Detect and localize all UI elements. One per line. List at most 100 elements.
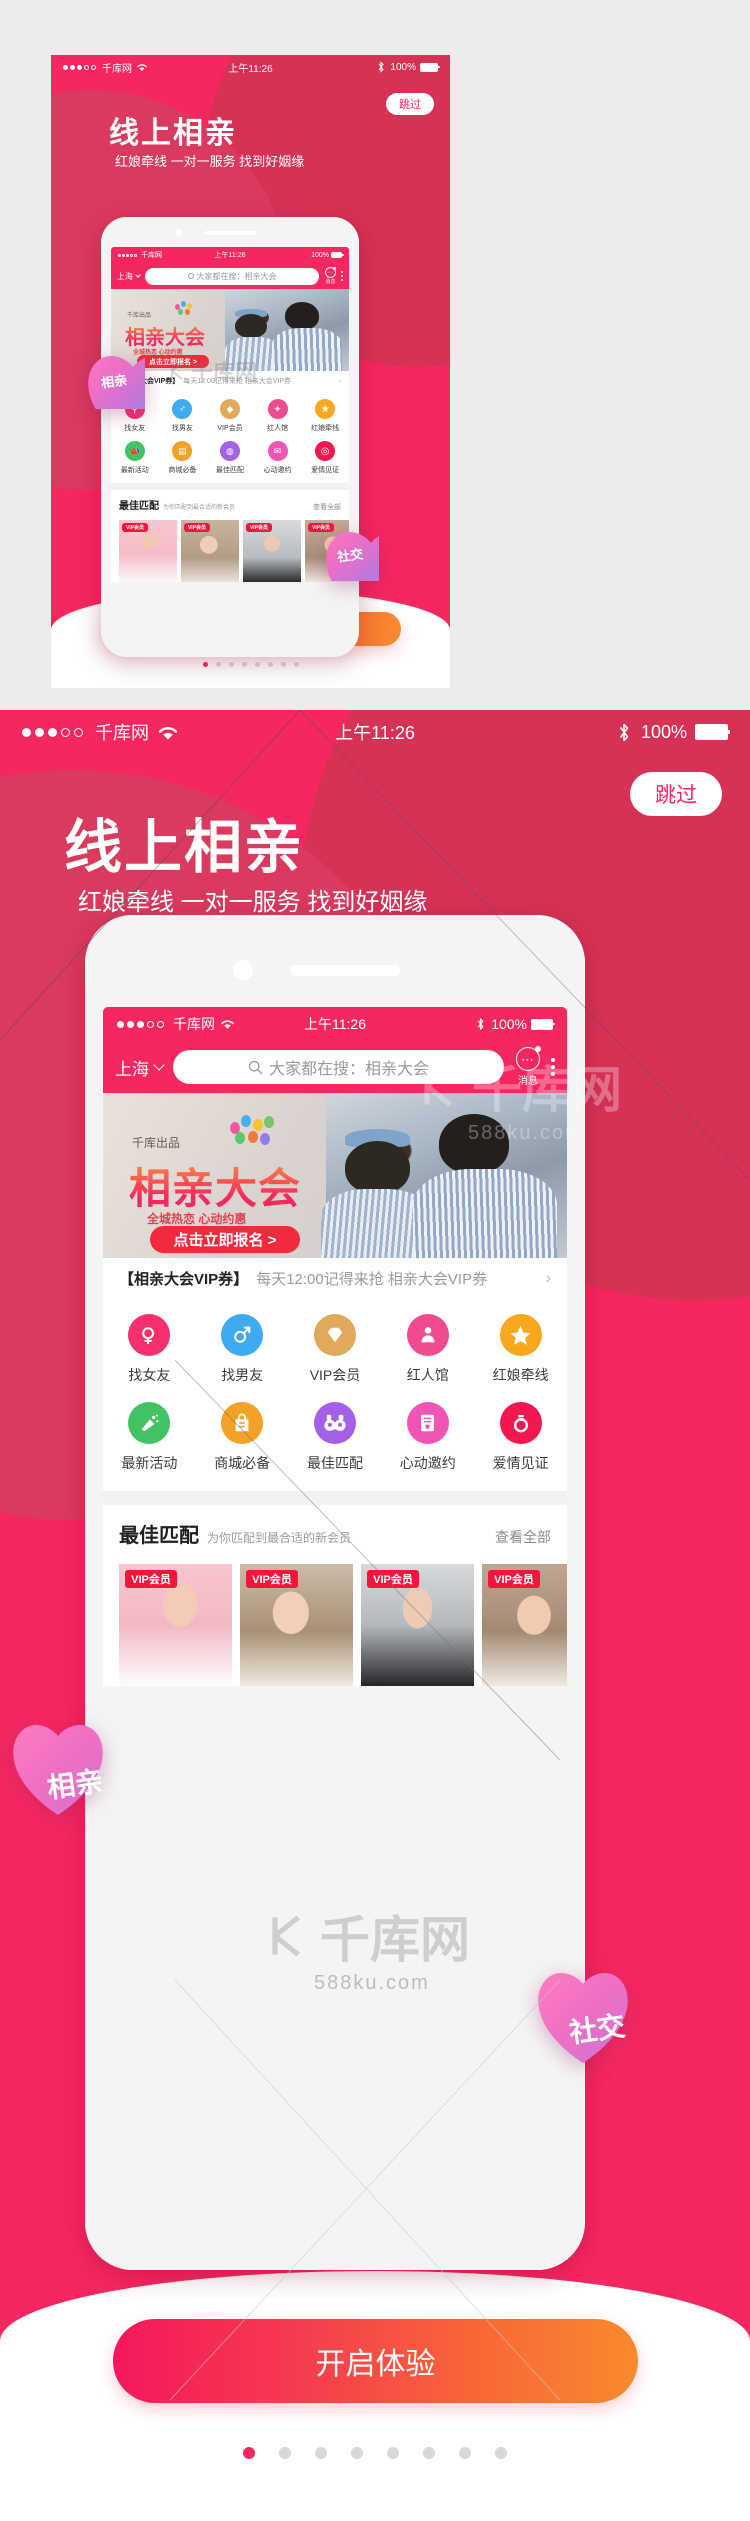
banner-subtitle: 全城热恋 心动约惠 [147,1212,247,1226]
pagination-dot[interactable] [202,662,208,667]
best-match-card-list[interactable]: VIP会员 VIP会员 VIP会员 VIP会员 [111,516,349,582]
member-card[interactable]: VIP会员 [240,1564,353,1686]
messages-label: 消息 [518,1076,538,1087]
shortcut-mall[interactable]: ▤ 商城必备 [159,441,207,475]
shortcut-latest-events[interactable]: 📣 最新活动 [111,441,159,475]
pagination-dot[interactable] [315,2447,327,2459]
shortcut-matchmaker[interactable]: 红娘牵线 [474,1314,567,1385]
app-status-bar: 千库网 上午11:26 100% [103,1007,567,1041]
shortcut-label: 心动邀约 [399,1455,456,1471]
pagination-dot[interactable] [423,2447,435,2459]
promo-banner[interactable]: 千库出品 相亲大会 全城热恋 心动约惠 点击立即报名 > [111,289,349,371]
shopping-bag-icon [221,1402,264,1444]
pagination-dot[interactable] [254,662,260,667]
vip-badge: VIP会员 [125,1570,177,1588]
city-selector[interactable]: 上海 [117,271,141,282]
shortcut-best-match[interactable]: ◍ 最佳匹配 [206,441,254,475]
pagination-dot[interactable] [241,662,247,667]
pagination-dot[interactable] [293,662,299,667]
diamond-icon: ◆ [219,399,240,419]
shortcut-invitation[interactable]: ✉ 心动邀约 [254,441,302,475]
shortcut-grid-row-1: 找女友 找男友 VIP会员 红人馆 红娘牵线 [103,1314,567,1385]
messages-button[interactable]: ⋯ 消息 [325,267,336,285]
shortcut-find-girlfriend[interactable]: 找女友 [103,1314,196,1385]
shortcut-celebrity-hall[interactable]: 红人馆 [381,1314,474,1385]
member-card[interactable]: VIP会员 [119,1564,232,1686]
section-divider [103,1491,567,1505]
more-menu-button[interactable] [341,270,343,282]
splash-preview-small: 千库网 上午11:26 100% 跳过 线上相亲 红娘牵线 一对一服务 找到好姻… [51,55,450,688]
more-menu-button[interactable] [551,1056,555,1078]
start-experience-button[interactable]: 开启体验 [113,2319,638,2403]
shortcut-love-witness[interactable]: ◎ 爱情见证 [301,441,349,475]
banner-signup-button[interactable]: 点击立即报名 > [150,1226,300,1253]
splash-screen-full: 千库网 上午11:26 100% 跳过 线上相亲 红娘牵线 一对一服务 找到好姻… [0,710,750,2521]
pagination-dot[interactable] [215,662,221,667]
member-card[interactable]: VIP会员 [181,520,239,582]
member-card[interactable]: VIP会员 [482,1564,567,1686]
battery-icon [420,62,440,72]
shortcut-matchmaker[interactable]: ★ 红娘牵线 [301,399,349,433]
shortcut-love-witness[interactable]: 爱情见证 [474,1402,567,1473]
skip-label: 跳过 [655,784,697,807]
city-selector[interactable]: 上海 [115,1055,165,1080]
pagination-dot[interactable] [351,2447,363,2459]
app-battery-icon [331,252,344,258]
male-search-icon: ♂ [172,399,193,419]
coupon-row[interactable]: 【相亲大会VIP券】 每天12:00记得来抢 相亲大会VIP券 › [103,1258,567,1298]
shortcut-invitation[interactable]: 心动邀约 [381,1402,474,1473]
shortcut-find-boyfriend[interactable]: 找男友 [196,1314,289,1385]
banner-signup-button[interactable]: 点击立即报名 > [137,355,209,368]
male-search-icon [221,1314,264,1356]
coupon-desc: 每天12:00记得来抢 相亲大会VIP券 [256,1270,488,1288]
banner-publisher: 千库出品 [127,313,152,319]
shortcut-label: 找女友 [128,1367,171,1383]
pagination-dot[interactable] [280,662,286,667]
pagination-dot[interactable] [228,662,234,667]
shortcut-celebrity-hall[interactable]: ✦ 红人馆 [254,399,302,433]
shortcut-label: 最新活动 [120,467,149,474]
star-person-glyph [421,1327,435,1343]
shortcut-latest-events[interactable]: 最新活动 [103,1402,196,1473]
shortcut-mall[interactable]: 商城必备 [196,1402,289,1473]
shortcut-label: 找男友 [221,1367,264,1383]
member-card[interactable]: VIP会员 [361,1564,474,1686]
member-card[interactable]: VIP会员 [243,520,301,582]
shortcut-find-boyfriend[interactable]: ♂ 找男友 [159,399,207,433]
diamond-glyph [327,1327,343,1343]
pagination-dot[interactable] [495,2447,507,2459]
female-search-glyph [142,1327,155,1345]
city-label: 上海 [117,271,133,281]
skip-button[interactable]: 跳过 [386,93,434,115]
coupon-row[interactable]: 【相亲大会VIP券】 每天12:00记得来抢 相亲大会VIP券 › [111,371,349,391]
pagination-dot[interactable] [387,2447,399,2459]
messages-button[interactable]: ⋯ 消息 [516,1046,541,1087]
best-match-card-list[interactable]: VIP会员 VIP会员 VIP会员 VIP会员 [103,1556,567,1686]
shortcut-label: VIP会员 [217,425,243,432]
promo-banner[interactable]: 千库出品 相亲大会 全城热恋 心动约惠 点击立即报名 > [103,1093,567,1258]
shortcut-label: 商城必备 [168,467,197,474]
member-card[interactable]: VIP会员 [119,520,177,582]
hero-subtitle: 红娘牵线 一对一服务 找到好姻缘 [78,889,428,916]
search-input[interactable]: 大家都在搜：相亲大会 [145,267,319,285]
best-match-view-all[interactable]: 查看全部 [313,502,341,512]
pagination-dot[interactable] [267,662,273,667]
pagination-dots[interactable] [231,2447,519,2459]
pagination-dot[interactable] [243,2447,255,2459]
best-match-title: 最佳匹配 [119,501,159,512]
shortcut-vip-member[interactable]: VIP会员 [289,1314,382,1385]
pagination-dot[interactable] [459,2447,471,2459]
search-input[interactable]: 大家都在搜：相亲大会 [173,1050,504,1084]
shortcut-best-match[interactable]: 最佳匹配 [289,1402,382,1473]
shortcut-vip-member[interactable]: ◆ VIP会员 [206,399,254,433]
best-match-view-all[interactable]: 查看全部 [495,1527,551,1547]
floating-heart-badge-social: 社交 [533,1968,661,2088]
shortcut-label: 最新活动 [121,1455,178,1471]
heart-label: 社交 [567,2010,628,2049]
binoculars-glyph [324,1414,346,1431]
skip-button[interactable]: 跳过 [630,772,722,816]
pagination-dots[interactable] [199,662,303,667]
messages-label: 消息 [325,279,336,285]
pagination-dot[interactable] [279,2447,291,2459]
shortcut-grid: 找女友 找男友 VIP会员 红人馆 红娘牵线 最新活动 商城必备 最佳匹配 心动… [103,1298,567,1491]
